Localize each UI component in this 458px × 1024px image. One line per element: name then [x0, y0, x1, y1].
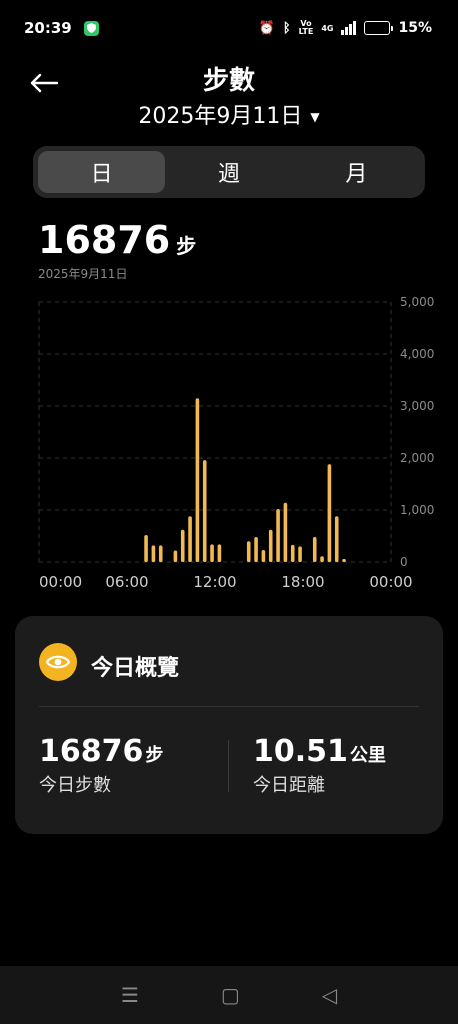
bar — [261, 550, 266, 562]
bar — [290, 544, 295, 562]
x-tick-label: 06:00 — [105, 573, 148, 591]
bar — [151, 545, 156, 562]
card-title: 今日概覽 — [91, 656, 180, 681]
bar — [283, 502, 288, 562]
signal-icon — [341, 21, 357, 35]
recent-apps-icon[interactable]: ☰ — [121, 983, 139, 1007]
date-picker[interactable]: 2025年9月11日 ▼ — [0, 98, 458, 130]
status-time: 20:39 — [24, 19, 72, 37]
bar — [268, 529, 273, 562]
y-tick-label: 5,000 — [400, 295, 434, 309]
caret-down-icon: ▼ — [310, 110, 320, 124]
x-tick-label: 00:00 — [369, 573, 412, 591]
y-tick-label: 1,000 — [400, 503, 434, 517]
card-divider — [39, 706, 419, 707]
today-steps-unit: 步 — [145, 745, 164, 766]
x-tick-label: 12:00 — [193, 573, 236, 591]
volte-icon: Vo LTE — [298, 19, 314, 36]
today-steps-stat: 16876 步 今日步數 — [39, 734, 163, 797]
bar — [320, 556, 324, 562]
status-bar: 20:39 ⏰ ᛒ Vo LTE 4G 15% — [0, 0, 458, 56]
total-steps-value: 16876 — [38, 218, 171, 262]
bar — [217, 544, 222, 562]
today-steps-value: 16876 — [39, 734, 144, 769]
eye-icon — [39, 643, 77, 681]
bar — [254, 537, 258, 562]
tab-month[interactable]: 月 — [293, 151, 420, 193]
bar — [312, 537, 317, 562]
today-steps-label: 今日步數 — [39, 775, 111, 796]
bar — [158, 545, 163, 562]
tab-week[interactable]: 週 — [165, 151, 292, 193]
steps-chart-svg: 5,000 4,000 3,000 2,000 1,000 0 00:00 06:00 12:0… — [38, 295, 434, 591]
y-tick-label: 2,000 — [400, 451, 434, 465]
bar — [298, 546, 302, 562]
alarm-icon: ⏰ — [258, 20, 275, 36]
today-distance-value: 10.51 — [253, 734, 348, 769]
back-icon[interactable]: ◁ — [322, 983, 337, 1007]
bar — [342, 558, 346, 562]
bar — [144, 534, 148, 562]
total-steps-unit: 步 — [176, 234, 197, 258]
battery-icon — [364, 21, 394, 35]
bluetooth-icon: ᛒ — [282, 20, 291, 36]
total-steps-date: 2025年9月11日 — [38, 267, 128, 281]
y-tick-label: 4,000 — [400, 347, 434, 361]
today-distance-unit: 公里 — [349, 745, 386, 766]
y-tick-label: 3,000 — [400, 399, 434, 413]
stat-divider — [228, 740, 229, 792]
bar — [188, 516, 192, 562]
tab-day[interactable]: 日 — [38, 151, 166, 193]
y-tick-label: 0 — [400, 555, 408, 569]
bar — [210, 544, 214, 562]
total-steps: 16876 步 — [38, 218, 196, 262]
today-distance-label: 今日距離 — [253, 775, 325, 796]
security-shield-icon — [83, 20, 99, 36]
today-overview-card: 今日概覽 16876 步 今日步數 10.51 公里 今日距離 — [15, 616, 443, 834]
bar — [334, 516, 339, 562]
steps-chart: 5,000 4,000 3,000 2,000 1,000 0 00:00 06:00 12:0… — [0, 290, 458, 600]
page-title: 步數 — [202, 66, 255, 96]
system-nav-bar: ☰ ▢ ◁ — [0, 966, 458, 1024]
bar — [246, 541, 251, 562]
period-tabs: 日 週 月 — [33, 146, 425, 198]
today-distance-stat: 10.51 公里 今日距離 — [253, 734, 386, 797]
battery-percent: 15% — [398, 20, 432, 36]
bar — [202, 460, 207, 562]
home-icon[interactable]: ▢ — [221, 983, 240, 1007]
header: 步數 2025年9月11日 ▼ — [0, 56, 458, 136]
bar — [173, 550, 178, 562]
selected-date: 2025年9月11日 — [138, 104, 303, 129]
network-type: 4G — [321, 23, 334, 33]
x-tick-label: 00:00 — [39, 573, 82, 591]
bar — [180, 529, 185, 562]
x-tick-label: 18:00 — [281, 573, 324, 591]
bar — [195, 398, 200, 562]
bar — [276, 508, 280, 562]
bar — [327, 464, 332, 562]
